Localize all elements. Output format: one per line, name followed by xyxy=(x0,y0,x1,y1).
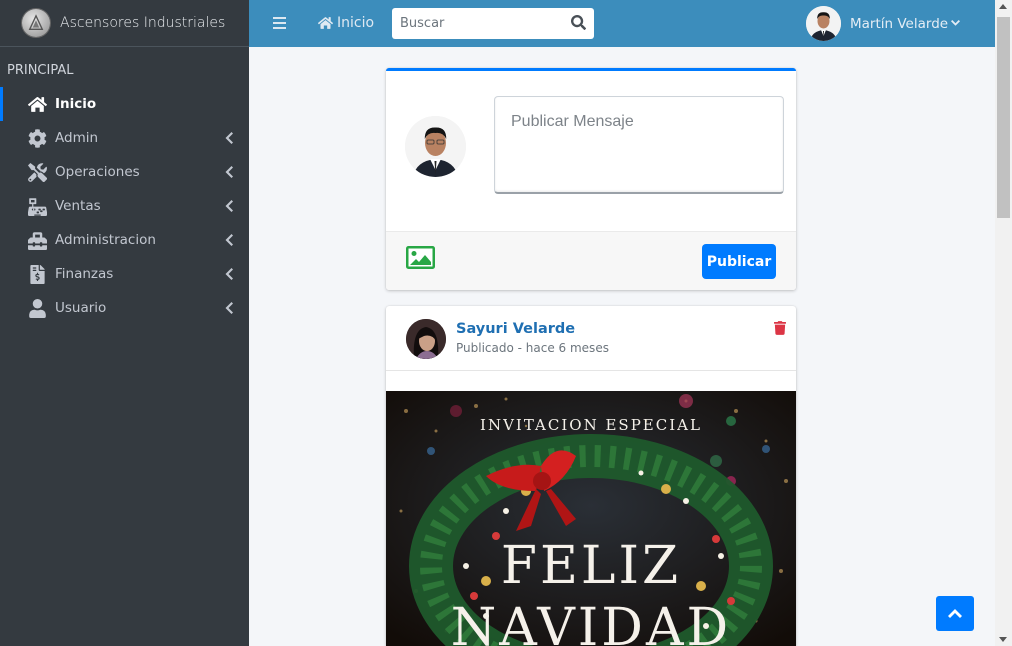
chevron-left-icon xyxy=(225,166,233,178)
avatar xyxy=(405,116,466,177)
cash-register-icon xyxy=(27,196,47,216)
publish-button[interactable]: Publicar xyxy=(702,244,776,279)
home-icon xyxy=(27,94,47,114)
avatar xyxy=(406,319,446,359)
feed-post-card: Sayuri Velarde Publicado - hace 6 meses xyxy=(386,306,796,646)
brand[interactable]: Ascensores Industriales xyxy=(0,0,249,47)
nav-header: PRINCIPAL xyxy=(7,63,74,78)
sidebar: Ascensores Industriales PRINCIPAL Inicio… xyxy=(0,0,249,646)
sidebar-item-administracion[interactable]: Administracion xyxy=(0,223,249,257)
chevron-left-icon xyxy=(225,268,233,280)
sidebar-item-label: Ventas xyxy=(55,198,101,214)
sidebar-item-usuario[interactable]: Usuario xyxy=(0,291,249,325)
chevron-left-icon xyxy=(225,234,233,246)
sidebar-item-finanzas[interactable]: Finanzas xyxy=(0,257,249,291)
user-icon xyxy=(27,298,47,318)
toolbox-icon xyxy=(27,230,47,250)
chevron-left-icon xyxy=(225,132,233,144)
hamburger-menu-icon[interactable] xyxy=(273,17,286,30)
search-box xyxy=(392,8,594,39)
sidebar-item-label: Inicio xyxy=(55,96,97,112)
trash-icon[interactable] xyxy=(774,321,786,335)
post-composer-card: Publicar xyxy=(386,68,796,290)
search-input[interactable] xyxy=(392,9,562,38)
back-to-top-button[interactable] xyxy=(936,596,974,631)
chevron-left-icon xyxy=(225,200,233,212)
sidebar-item-label: Admin xyxy=(55,130,99,146)
image-text-line1: FELIZ xyxy=(500,536,682,596)
tools-icon xyxy=(27,162,47,182)
user-name: Martín Velarde xyxy=(850,15,949,32)
scroll-down-arrow-icon[interactable] xyxy=(999,637,1007,642)
scroll-thumb[interactable] xyxy=(997,17,1010,218)
brand-name: Ascensores Industriales xyxy=(60,15,226,31)
top-navbar: Inicio Martín Velarde xyxy=(249,0,995,47)
page-scrollbar[interactable] xyxy=(995,0,1012,646)
post-image: INVITACION ESPECIAL FELIZ NAVIDAD xyxy=(386,391,796,646)
sidebar-item-operaciones[interactable]: Operaciones xyxy=(0,155,249,189)
sidebar-item-admin[interactable]: Admin xyxy=(0,121,249,155)
post-timestamp: Publicado - hace 6 meses xyxy=(456,341,609,355)
sidebar-item-inicio[interactable]: Inicio xyxy=(0,87,249,121)
chevron-down-icon xyxy=(951,20,961,27)
sidebar-item-label: Operaciones xyxy=(55,164,140,180)
user-menu[interactable]: Martín Velarde xyxy=(806,6,961,41)
brand-logo-icon xyxy=(22,9,50,37)
image-text-line2: NAVIDAD xyxy=(450,598,732,646)
image-text-top: INVITACION ESPECIAL xyxy=(480,416,702,434)
search-icon[interactable] xyxy=(571,15,587,31)
avatar xyxy=(806,6,841,41)
sidebar-item-ventas[interactable]: Ventas xyxy=(0,189,249,223)
sidebar-item-label: Finanzas xyxy=(55,266,114,282)
home-link[interactable]: Inicio xyxy=(318,15,374,31)
gear-icon xyxy=(27,128,47,148)
scroll-up-arrow-icon[interactable] xyxy=(999,4,1007,9)
post-author-link[interactable]: Sayuri Velarde xyxy=(456,321,575,337)
home-icon xyxy=(318,17,333,29)
chevron-up-icon xyxy=(948,608,962,618)
image-upload-icon[interactable] xyxy=(406,246,435,269)
sidebar-item-label: Administracion xyxy=(55,232,156,248)
sidebar-item-label: Usuario xyxy=(55,300,107,316)
message-textarea[interactable] xyxy=(494,96,784,194)
chevron-left-icon xyxy=(225,302,233,314)
divider xyxy=(386,370,796,371)
file-invoice-dollar-icon xyxy=(27,264,47,284)
composer-footer: Publicar xyxy=(386,231,796,290)
home-link-label: Inicio xyxy=(337,15,375,31)
